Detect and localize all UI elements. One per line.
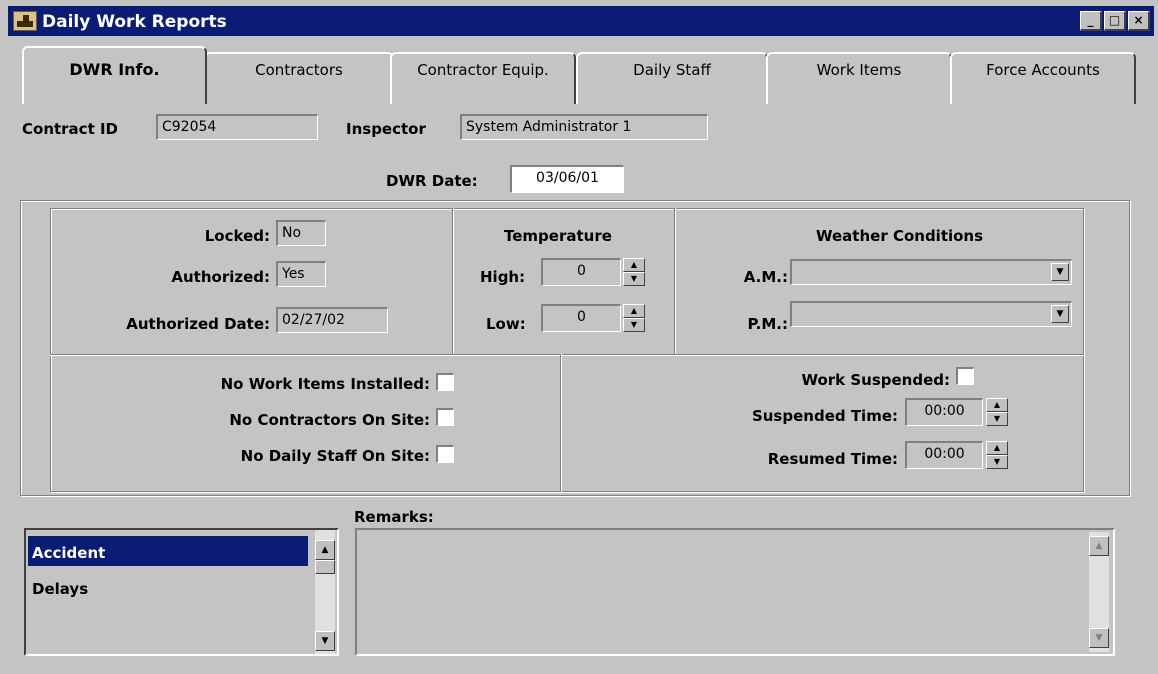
scroll-down-icon[interactable]: ▼	[1089, 628, 1109, 648]
spin-down-icon[interactable]: ▼	[623, 318, 645, 332]
low-temp-label: Low:	[486, 315, 526, 333]
tab-strip: DWR Info. Contractors Contractor Equip. …	[12, 46, 1146, 104]
resumed-time-label: Resumed Time:	[767, 450, 898, 468]
remarks-label: Remarks:	[354, 508, 434, 526]
weather-heading: Weather Conditions	[816, 227, 984, 245]
minimize-button[interactable]: _	[1080, 11, 1102, 31]
title-bar[interactable]: Daily Work Reports _ □ ×	[8, 6, 1154, 36]
spin-up-icon[interactable]: ▲	[986, 398, 1008, 412]
spin-down-icon[interactable]: ▼	[986, 455, 1008, 469]
tab-work-items[interactable]: Work Items	[766, 52, 952, 104]
suspended-time-label: Suspended Time:	[751, 407, 898, 425]
no-contractors-label: No Contractors On Site:	[229, 411, 430, 429]
no-work-items-checkbox[interactable]	[436, 373, 454, 391]
authorized-label: Authorized:	[171, 268, 270, 286]
divider	[50, 354, 1084, 355]
tab-dwr-info[interactable]: DWR Info.	[22, 46, 207, 104]
suspended-time-field[interactable]: 00:00	[905, 398, 983, 426]
inspector-field[interactable]: System Administrator 1	[460, 114, 708, 140]
bulldozer-icon	[13, 11, 37, 31]
pm-label: P.M.:	[747, 315, 788, 333]
low-temp-spinner[interactable]: ▲ ▼	[623, 304, 645, 332]
daily-work-reports-window: Daily Work Reports _ □ × DWR Info. Contr…	[0, 0, 1158, 674]
contract-id-field[interactable]: C92054	[156, 114, 318, 140]
scroll-down-icon[interactable]: ▼	[315, 631, 335, 651]
tab-contractor-equip[interactable]: Contractor Equip.	[390, 52, 576, 104]
tab-daily-staff[interactable]: Daily Staff	[576, 52, 768, 104]
resumed-time-spinner[interactable]: ▲ ▼	[986, 441, 1008, 469]
list-item-accident[interactable]: Accident	[28, 536, 308, 566]
spin-down-icon[interactable]: ▼	[623, 272, 645, 286]
no-daily-staff-label: No Daily Staff On Site:	[240, 447, 430, 465]
chevron-down-icon[interactable]: ▼	[1051, 263, 1069, 281]
authorized-date-label: Authorized Date:	[126, 315, 270, 333]
no-daily-staff-checkbox[interactable]	[436, 445, 454, 463]
am-label: A.M.:	[743, 268, 788, 286]
list-item-delays[interactable]: Delays	[28, 572, 308, 602]
tab-force-accounts[interactable]: Force Accounts	[950, 52, 1136, 104]
remarks-category-list[interactable]: Accident Delays ▲ ▼	[24, 528, 339, 656]
spin-down-icon[interactable]: ▼	[986, 412, 1008, 426]
high-temp-field[interactable]: 0	[541, 258, 621, 286]
tab-contractors[interactable]: Contractors	[204, 52, 394, 104]
am-weather-dropdown[interactable]: ▼	[790, 259, 1072, 285]
divider	[674, 208, 675, 354]
temperature-heading: Temperature	[504, 227, 612, 245]
work-suspended-checkbox[interactable]	[956, 367, 974, 385]
resumed-time-field[interactable]: 00:00	[905, 441, 983, 469]
locked-field[interactable]: No	[276, 220, 326, 246]
authorized-date-field[interactable]: 02/27/02	[276, 307, 388, 333]
chevron-down-icon[interactable]: ▼	[1051, 305, 1069, 323]
divider	[452, 208, 453, 354]
spin-up-icon[interactable]: ▲	[623, 304, 645, 318]
spin-up-icon[interactable]: ▲	[986, 441, 1008, 455]
scroll-up-icon[interactable]: ▲	[315, 540, 335, 560]
no-work-items-label: No Work Items Installed:	[220, 375, 430, 393]
pm-weather-dropdown[interactable]: ▼	[790, 301, 1072, 327]
low-temp-field[interactable]: 0	[541, 304, 621, 332]
high-temp-spinner[interactable]: ▲ ▼	[623, 258, 645, 286]
close-button[interactable]: ×	[1128, 11, 1150, 31]
locked-label: Locked:	[204, 227, 270, 245]
window-title: Daily Work Reports	[42, 12, 227, 32]
remarks-text-area[interactable]: ▲ ▼	[355, 528, 1115, 656]
remarks-scrollbar[interactable]: ▲ ▼	[1089, 532, 1109, 652]
maximize-button[interactable]: □	[1104, 11, 1126, 31]
dwr-date-field[interactable]: 03/06/01	[510, 165, 624, 193]
spin-up-icon[interactable]: ▲	[623, 258, 645, 272]
dwr-date-label: DWR Date:	[386, 172, 478, 190]
contract-id-label: Contract ID	[22, 120, 118, 138]
scroll-up-icon[interactable]: ▲	[1089, 536, 1109, 556]
divider	[560, 354, 561, 492]
no-contractors-checkbox[interactable]	[436, 408, 454, 426]
authorized-field[interactable]: Yes	[276, 261, 326, 287]
work-suspended-label: Work Suspended:	[801, 371, 950, 389]
inspector-label: Inspector	[346, 120, 426, 138]
suspended-time-spinner[interactable]: ▲ ▼	[986, 398, 1008, 426]
scroll-thumb[interactable]	[315, 560, 335, 574]
high-temp-label: High:	[480, 268, 526, 286]
list-scrollbar[interactable]: ▲ ▼	[315, 530, 335, 654]
